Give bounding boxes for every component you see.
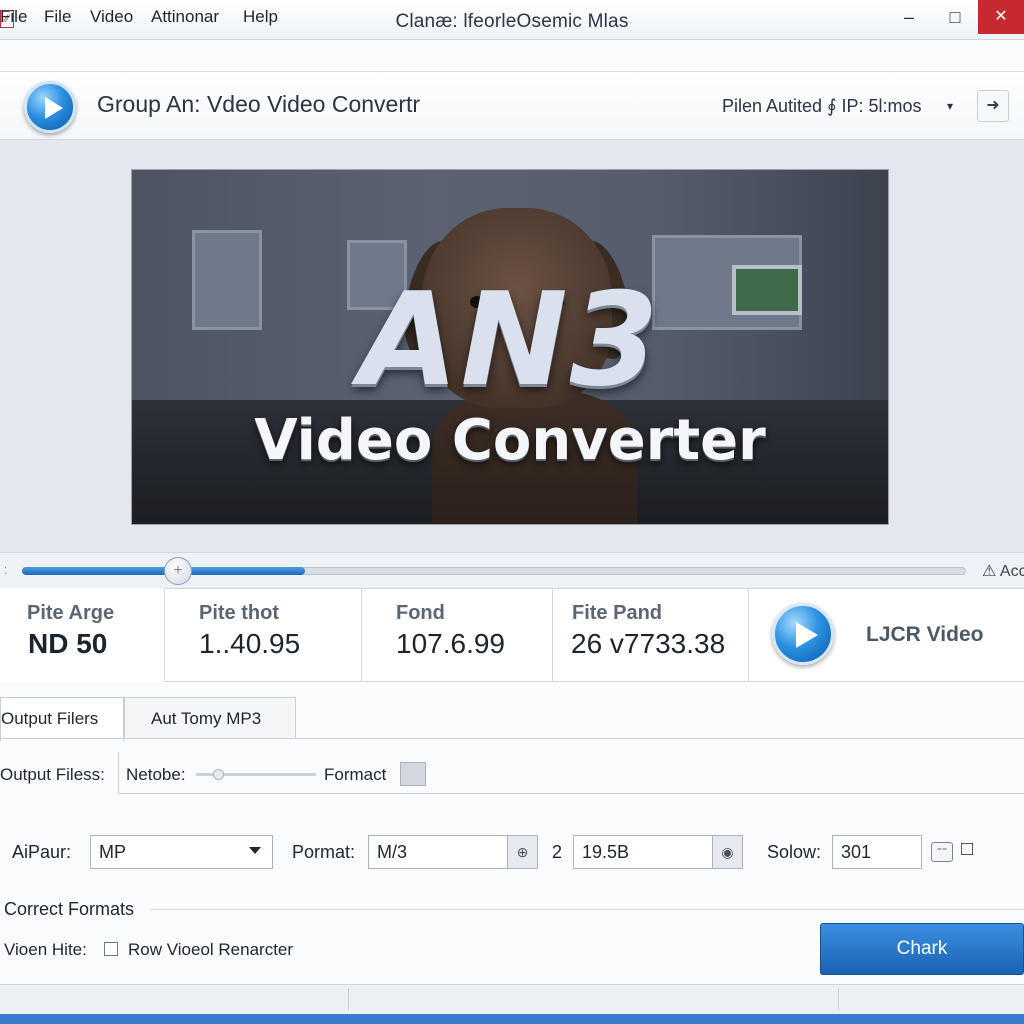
netobe-slider-thumb[interactable]	[213, 769, 224, 780]
profile-dropdown[interactable]: Pilen Autited ∮ IP: 5l:mos	[722, 96, 921, 117]
stat-value: ND 50	[28, 628, 108, 659]
convert-video-label[interactable]: LJCR Video	[866, 623, 983, 647]
close-button[interactable]: ✕	[978, 0, 1024, 34]
record-icon[interactable]: ◉	[712, 836, 742, 868]
stat-label: Fond	[396, 602, 445, 624]
hero-subtitle: Video Converter	[254, 408, 766, 473]
status-divider	[838, 988, 839, 1010]
vioen-hite-label: Vioen Hite:	[4, 940, 87, 959]
solow-label: Solow:	[767, 842, 822, 862]
menu-bar	[0, 40, 1024, 72]
output-files-label: Output Filess:	[0, 765, 105, 784]
chevron-down-icon[interactable]: ▾	[947, 99, 953, 113]
minimize-button[interactable]: –	[886, 0, 932, 34]
seek-thumb[interactable]: +	[164, 557, 192, 585]
chark-button[interactable]: Chark	[820, 923, 1024, 975]
status-divider	[348, 988, 349, 1010]
menu-file-2[interactable]: File	[44, 7, 71, 27]
stat-label: Fite Pand	[572, 602, 663, 624]
stat-value: 107.6.99	[396, 628, 505, 659]
toolbar-title: Group An: Vdeo Video Convertr	[97, 91, 421, 117]
status-bar	[0, 984, 1024, 1014]
chevron-down-icon[interactable]	[249, 847, 261, 854]
tab-output-filers[interactable]: Output Filers	[0, 697, 124, 741]
seek-right-label: ⚠ Acc	[982, 563, 1024, 580]
format-swatch[interactable]	[400, 762, 426, 786]
seek-handle-icon: ⁚	[4, 566, 8, 577]
play-icon[interactable]	[24, 81, 76, 133]
menu-help[interactable]: Help	[243, 7, 278, 27]
play-convert-icon[interactable]	[772, 603, 834, 665]
aipaur-label: AiPaur:	[12, 842, 72, 862]
maximize-button[interactable]: □	[932, 0, 978, 34]
add-circle-icon[interactable]: ⊕	[507, 836, 537, 868]
stat-value: 26 v7733.38	[571, 628, 726, 659]
renarcter-checkbox-label: Row Vioeol Renarcter	[128, 940, 294, 959]
video-preview[interactable]: AN3 Video Converter	[131, 169, 889, 525]
menu-file[interactable]: File	[0, 7, 27, 27]
correct-formats-heading: Correct Formats	[4, 899, 135, 919]
format-label: Formact	[324, 765, 387, 784]
netobe-label: Netobe:	[126, 765, 186, 784]
window-bottom-edge	[0, 1014, 1024, 1024]
forward-arrow-button[interactable]: ➜	[977, 90, 1009, 122]
number-label: 2	[552, 842, 563, 862]
menu-video[interactable]: Video	[90, 7, 133, 27]
tab-aut-tomy-mp3[interactable]: Aut Tomy MP3	[124, 697, 296, 739]
menu-attinonar[interactable]: Attinonar	[151, 7, 219, 27]
renarcter-checkbox[interactable]	[104, 942, 118, 956]
tab-underline	[0, 738, 1024, 739]
stat-label: Pite Arge	[27, 602, 115, 624]
settings-small-icon[interactable]: ⁼⁼	[931, 842, 953, 862]
stat-value: 1..40.95	[199, 628, 301, 659]
aipaur-select[interactable]: MP	[90, 835, 273, 869]
stat-label: Pite thot	[199, 602, 279, 624]
section-divider	[150, 909, 1024, 910]
hero-logo: AN3	[359, 266, 661, 415]
solow-field[interactable]: 301	[832, 835, 922, 869]
pormat-label: Pormat:	[292, 842, 356, 862]
copy-icon[interactable]: □	[961, 838, 973, 861]
